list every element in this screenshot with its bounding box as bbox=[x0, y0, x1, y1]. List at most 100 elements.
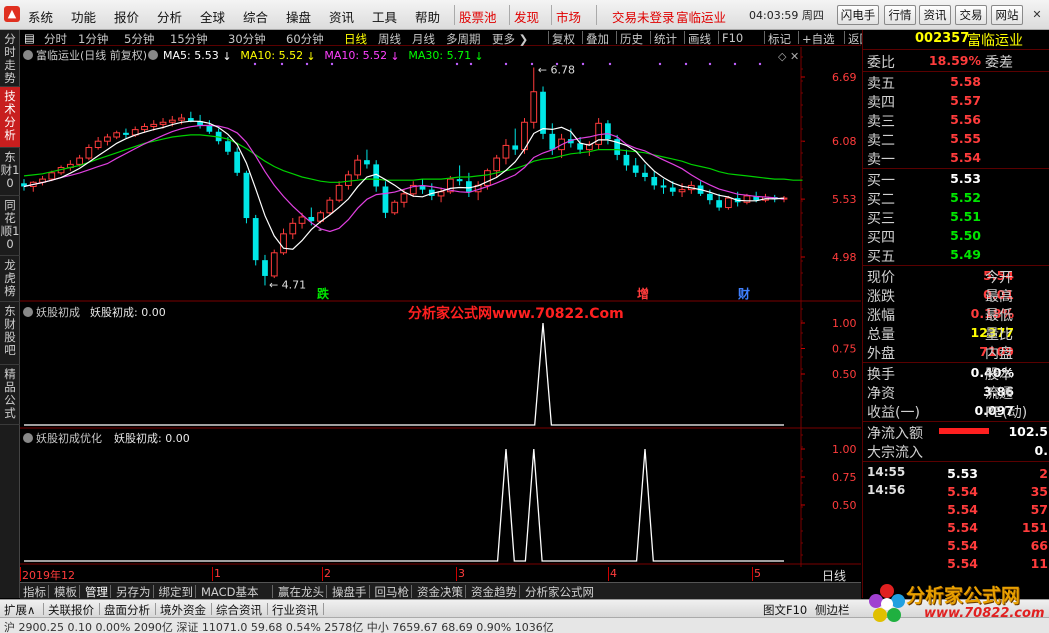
tool-button-7[interactable]: +自选 bbox=[802, 31, 835, 47]
left-tab-2[interactable]: 东财10 bbox=[0, 148, 20, 196]
stat2-row-0: 换手 0.40% 股本 bbox=[863, 363, 1049, 383]
ask-row-4-value: 5.54 bbox=[950, 150, 981, 165]
indicator-tab-2[interactable]: 管理 bbox=[85, 584, 108, 600]
tick-price-1: 5.54 bbox=[947, 484, 978, 499]
top-button-4[interactable]: 网站 bbox=[991, 5, 1023, 25]
tool-button-0[interactable]: 复权 bbox=[552, 31, 575, 47]
login-status[interactable]: 交易未登录 bbox=[612, 7, 675, 26]
menu-0[interactable]: 系统 bbox=[28, 7, 53, 26]
period-tab-9[interactable]: 多周期 bbox=[446, 31, 481, 47]
watermark-name: 分析家公式网 bbox=[906, 585, 1021, 607]
candle-body bbox=[104, 136, 111, 142]
menu-red-1[interactable]: 发现 bbox=[514, 7, 539, 26]
tool-button-5[interactable]: F10 bbox=[722, 31, 743, 45]
site-watermark-logo: 分析家公式网 www.70822.com bbox=[866, 577, 1049, 633]
indicator-tab-separator bbox=[79, 585, 80, 598]
period-tab-2[interactable]: 5分钟 bbox=[124, 31, 154, 47]
left-tab-6[interactable]: 精品公式 bbox=[0, 365, 20, 425]
indicator1-tick-2: 0.50 bbox=[832, 368, 857, 381]
period-list-icon[interactable]: ▤ bbox=[24, 31, 35, 45]
period-tab-1[interactable]: 1分钟 bbox=[78, 31, 108, 47]
menu-9[interactable]: 帮助 bbox=[415, 7, 440, 26]
webi-row: 委比 18.59% 委差 bbox=[863, 51, 1049, 71]
bottom-tab-0[interactable]: 扩展∧ bbox=[4, 602, 35, 618]
flow-row-1: 大宗流入 0. bbox=[863, 441, 1049, 461]
index-ticker-text: 沪 2900.25 0.10 0.00% 2090亿 深证 11071.0 59… bbox=[4, 621, 554, 633]
indicator-tab-separator bbox=[48, 585, 49, 598]
tool-separator bbox=[548, 31, 549, 44]
stat-row-2-label2: 最低 bbox=[985, 308, 1013, 324]
kline-chart[interactable]: 富临运业(日线 前复权) MA5: 5.53 ↓ MA10: 5.52 ↓ MA10: 5… bbox=[20, 47, 861, 567]
left-tab-5[interactable]: 东财股吧 bbox=[0, 302, 20, 365]
period-tab-0[interactable]: 分时 bbox=[44, 31, 67, 47]
tool-separator bbox=[650, 31, 651, 44]
indicator-tab-4[interactable]: 绑定到 bbox=[159, 584, 194, 600]
watermark-url: www.70822.com bbox=[924, 606, 1045, 621]
indicator-tab-10[interactable]: 资金趋势 bbox=[471, 584, 517, 600]
indicator-tab-9[interactable]: 资金决策 bbox=[417, 584, 463, 600]
menu-2[interactable]: 报价 bbox=[114, 7, 139, 26]
event-dot bbox=[608, 62, 612, 66]
indicator-tab-6[interactable]: 赢在龙头 bbox=[278, 584, 324, 600]
bottom-right-tab-0[interactable]: 图文F10 bbox=[763, 602, 807, 618]
indicator-tab-7[interactable]: 操盘手 bbox=[332, 584, 367, 600]
tool-button-6[interactable]: 标记 bbox=[768, 31, 791, 47]
top-button-2[interactable]: 资讯 bbox=[919, 5, 951, 25]
period-tab-8[interactable]: 月线 bbox=[412, 31, 435, 47]
tick-time-1: 14:56 bbox=[867, 483, 906, 497]
tool-button-4[interactable]: 画线 bbox=[688, 31, 711, 47]
tool-button-3[interactable]: 统计 bbox=[654, 31, 677, 47]
bottom-tab-2[interactable]: 盘面分析 bbox=[104, 602, 150, 618]
period-tab-7[interactable]: 周线 bbox=[378, 31, 401, 47]
indicator-tab-5[interactable]: MACD基本 bbox=[201, 584, 258, 600]
x-axis-label-3: 3 bbox=[458, 567, 465, 580]
candle-body bbox=[345, 174, 352, 186]
top-button-0[interactable]: 闪电手 bbox=[837, 5, 879, 25]
menu-1[interactable]: 功能 bbox=[71, 7, 96, 26]
menu-6[interactable]: 操盘 bbox=[286, 7, 311, 26]
left-tab-0[interactable]: 分时走势 bbox=[0, 30, 20, 87]
menu-red-0[interactable]: 股票池 bbox=[459, 7, 497, 26]
close-icon[interactable]: ✕ bbox=[1030, 8, 1044, 22]
bottom-tab-3[interactable]: 境外资金 bbox=[160, 602, 206, 618]
indicator-tab-3[interactable]: 另存为 bbox=[116, 584, 151, 600]
top-button-1[interactable]: 行情 bbox=[884, 5, 916, 25]
menu-8[interactable]: 工具 bbox=[372, 7, 397, 26]
ask-row-0-value: 5.58 bbox=[950, 74, 981, 89]
menu-red-2[interactable]: 市场 bbox=[556, 7, 581, 26]
menu-5[interactable]: 综合 bbox=[243, 7, 268, 26]
bottom-tab-5[interactable]: 行业资讯 bbox=[272, 602, 318, 618]
top-button-3[interactable]: 交易 bbox=[955, 5, 987, 25]
stat-row-0-label: 现价 bbox=[867, 270, 895, 286]
left-tab-3[interactable]: 同花顺10 bbox=[0, 196, 20, 256]
chart-area[interactable]: 富临运业(日线 前复权) MA5: 5.53 ↓ MA10: 5.52 ↓ MA10: 5… bbox=[20, 47, 861, 567]
candle-body bbox=[234, 151, 241, 173]
period-tab-3[interactable]: 15分钟 bbox=[170, 31, 208, 47]
menu-7[interactable]: 资讯 bbox=[329, 7, 354, 26]
menu-3[interactable]: 分析 bbox=[157, 7, 182, 26]
candle-body bbox=[150, 123, 158, 127]
period-tab-5[interactable]: 60分钟 bbox=[286, 31, 324, 47]
candle-body bbox=[716, 200, 722, 208]
left-tab-4[interactable]: 龙虎榜 bbox=[0, 256, 20, 302]
bottom-right-tab-1[interactable]: 侧边栏 bbox=[815, 602, 850, 618]
candle-body bbox=[159, 121, 167, 125]
period-tab-6[interactable]: 日线 bbox=[344, 31, 367, 47]
bottom-tab-1[interactable]: 关联报价 bbox=[48, 602, 94, 618]
indicator-tab-0[interactable]: 指标 bbox=[23, 584, 46, 600]
period-tab-10[interactable]: 更多 ❯ bbox=[492, 31, 528, 47]
period-tab-4[interactable]: 30分钟 bbox=[228, 31, 266, 47]
bottom-tab-4[interactable]: 综合资讯 bbox=[216, 602, 262, 618]
indicator-tab-1[interactable]: 模板 bbox=[54, 584, 77, 600]
indicator-tab-11[interactable]: 分析家公式网 bbox=[525, 584, 594, 600]
indicator-tab-8[interactable]: 回马枪 bbox=[375, 584, 410, 600]
bottom-tab-separator bbox=[211, 603, 212, 615]
tool-button-2[interactable]: 历史 bbox=[620, 31, 643, 47]
menu-4[interactable]: 全球 bbox=[200, 7, 225, 26]
left-tab-1[interactable]: 技术分析 bbox=[0, 87, 20, 148]
tool-button-1[interactable]: 叠加 bbox=[586, 31, 609, 47]
menu-separator bbox=[551, 5, 552, 25]
x-axis-period-label: 日线 bbox=[822, 569, 847, 583]
bid-row-4-label: 买五 bbox=[867, 249, 895, 265]
low-annotation: ← 4.71 bbox=[269, 278, 306, 291]
